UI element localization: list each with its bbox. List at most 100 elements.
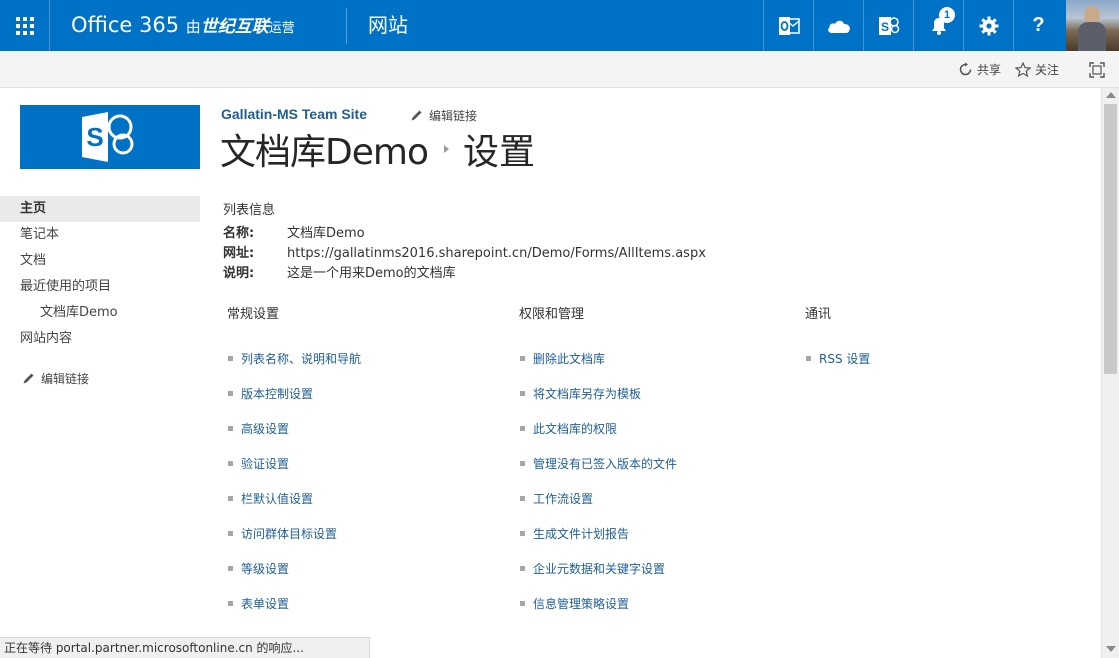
settings-link-advanced[interactable]: 高级设置 <box>228 420 289 437</box>
bullet-icon <box>228 601 233 606</box>
pencil-icon <box>411 110 422 121</box>
brand-prefix: Office 365 <box>71 13 180 37</box>
settings-link-column-defaults[interactable]: 栏默认值设置 <box>228 490 313 507</box>
settings-link-rss[interactable]: RSS 设置 <box>806 350 870 367</box>
settings-link-save-as-template[interactable]: 将文档库另存为模板 <box>520 385 641 402</box>
help-button[interactable]: ? <box>1013 0 1063 51</box>
bullet-icon <box>520 531 525 536</box>
sharepoint-button[interactable]: S <box>863 0 913 51</box>
edit-links-nav[interactable]: 编辑链接 <box>22 370 89 387</box>
nav-item-library-demo[interactable]: 文档库Demo <box>0 300 200 326</box>
settings-link-rating[interactable]: 等级设置 <box>228 560 289 577</box>
share-icon <box>959 62 972 76</box>
site-title-link[interactable]: Gallatin-MS Team Site <box>221 106 367 122</box>
breadcrumb-library[interactable]: 文档库Demo <box>220 123 429 175</box>
vertical-scrollbar[interactable] <box>1101 88 1119 658</box>
settings-link-forms[interactable]: 表单设置 <box>228 595 289 612</box>
svg-text:S: S <box>86 122 103 152</box>
link-label: 删除此文档库 <box>533 352 606 366</box>
list-info-name-row: 名称: 文档库Demo <box>223 222 365 241</box>
share-button[interactable]: 共享 <box>958 61 1001 78</box>
bullet-icon <box>520 391 525 396</box>
permissions-heading: 权限和管理 <box>519 307 585 322</box>
page-heading: 文档库Demo 设置 <box>220 125 535 173</box>
nav-item-recent[interactable]: 最近使用的项目 <box>0 274 200 300</box>
focus-mode-button[interactable] <box>1089 61 1105 78</box>
link-label: 验证设置 <box>241 457 290 471</box>
edit-links-top[interactable]: 编辑链接 <box>410 107 477 124</box>
onedrive-button[interactable] <box>813 0 863 51</box>
list-info-description-key: 说明: <box>223 266 255 281</box>
office365-brand[interactable]: Office 365 由世纪互联运营 <box>71 0 295 51</box>
settings-link-validation[interactable]: 验证设置 <box>228 455 289 472</box>
sharepoint-logo-icon: S <box>82 112 134 162</box>
link-label: 等级设置 <box>241 562 290 576</box>
general-settings-heading: 常规设置 <box>227 307 280 322</box>
brand-divider <box>346 8 347 44</box>
list-info-url-row: 网址: https://gallatinms2016.sharepoint.cn/… <box>223 242 706 261</box>
nav-item-notebook[interactable]: 笔记本 <box>0 222 200 248</box>
link-label: RSS 设置 <box>819 352 871 366</box>
link-label: 企业元数据和关键字设置 <box>533 562 666 576</box>
settings-button[interactable] <box>963 0 1013 51</box>
link-label: 将文档库另存为模板 <box>533 387 642 401</box>
notifications-button[interactable]: 1 <box>913 0 963 51</box>
suite-icons: S 1 ? <box>763 0 1063 51</box>
bullet-icon <box>228 461 233 466</box>
cloud-icon <box>827 20 850 33</box>
app-launcher-button[interactable] <box>0 0 50 51</box>
bullet-icon <box>520 566 525 571</box>
scroll-thumb[interactable] <box>1104 104 1117 374</box>
settings-link-info-management-policy[interactable]: 信息管理策略设置 <box>520 595 629 612</box>
edit-links-label: 编辑链接 <box>429 109 478 123</box>
settings-link-checked-out-files[interactable]: 管理没有已签入版本的文件 <box>520 455 677 472</box>
settings-link-permissions[interactable]: 此文档库的权限 <box>520 420 617 437</box>
settings-link-audience-targeting[interactable]: 访问群体目标设置 <box>228 525 337 542</box>
list-info-description-value: 这是一个用来Demo的文档库 <box>287 266 456 281</box>
svg-text:S: S <box>880 20 888 34</box>
user-avatar[interactable] <box>1066 0 1119 51</box>
bullet-icon <box>806 356 811 361</box>
nav-item-site-contents[interactable]: 网站内容 <box>0 326 200 352</box>
notification-badge: 1 <box>939 7 955 23</box>
bullet-icon <box>228 566 233 571</box>
site-logo[interactable]: S <box>20 105 200 169</box>
ribbon-bar: 共享 关注 <box>0 51 1119 88</box>
list-info-name-value: 文档库Demo <box>287 226 365 241</box>
settings-link-file-plan-report[interactable]: 生成文件计划报告 <box>520 525 629 542</box>
gear-icon <box>979 16 998 35</box>
bullet-icon <box>228 496 233 501</box>
app-name[interactable]: 网站 <box>368 0 408 51</box>
settings-link-versioning[interactable]: 版本控制设置 <box>228 385 313 402</box>
settings-link-metadata-keywords[interactable]: 企业元数据和关键字设置 <box>520 560 665 577</box>
suite-bar: Office 365 由世纪互联运营 网站 S 1 ? <box>0 0 1119 51</box>
nav-item-documents[interactable]: 文档 <box>0 248 200 274</box>
edit-links-nav-label: 编辑链接 <box>41 372 90 386</box>
nav-item-home[interactable]: 主页 <box>0 196 200 222</box>
list-info-description-row: 说明: 这是一个用来Demo的文档库 <box>223 262 456 281</box>
settings-link-delete-library[interactable]: 删除此文档库 <box>520 350 605 367</box>
brand-suffix: 运营 <box>268 21 295 36</box>
scroll-up-icon[interactable] <box>1106 92 1116 98</box>
share-label: 共享 <box>976 63 1001 77</box>
link-label: 此文档库的权限 <box>533 422 618 436</box>
link-label: 工作流设置 <box>533 492 594 506</box>
settings-link-workflow[interactable]: 工作流设置 <box>520 490 593 507</box>
list-info-url-value: https://gallatinms2016.sharepoint.cn/Dem… <box>287 246 706 261</box>
waffle-icon <box>15 16 34 35</box>
settings-link-list-name[interactable]: 列表名称、说明和导航 <box>228 350 361 367</box>
bullet-icon <box>520 461 525 466</box>
link-label: 栏默认值设置 <box>241 492 314 506</box>
bullet-icon <box>520 496 525 501</box>
list-info-url-key: 网址: <box>223 246 255 261</box>
outlook-button[interactable] <box>763 0 813 51</box>
brand-partner: 世纪互联 <box>200 17 269 37</box>
follow-button[interactable]: 关注 <box>1014 61 1059 78</box>
pencil-icon <box>23 373 34 384</box>
list-info-name-key: 名称: <box>223 226 255 241</box>
bullet-icon <box>520 356 525 361</box>
bullet-icon <box>520 426 525 431</box>
scroll-down-icon[interactable] <box>1106 646 1116 652</box>
star-icon <box>1014 62 1031 77</box>
focus-content-icon <box>1089 61 1105 78</box>
